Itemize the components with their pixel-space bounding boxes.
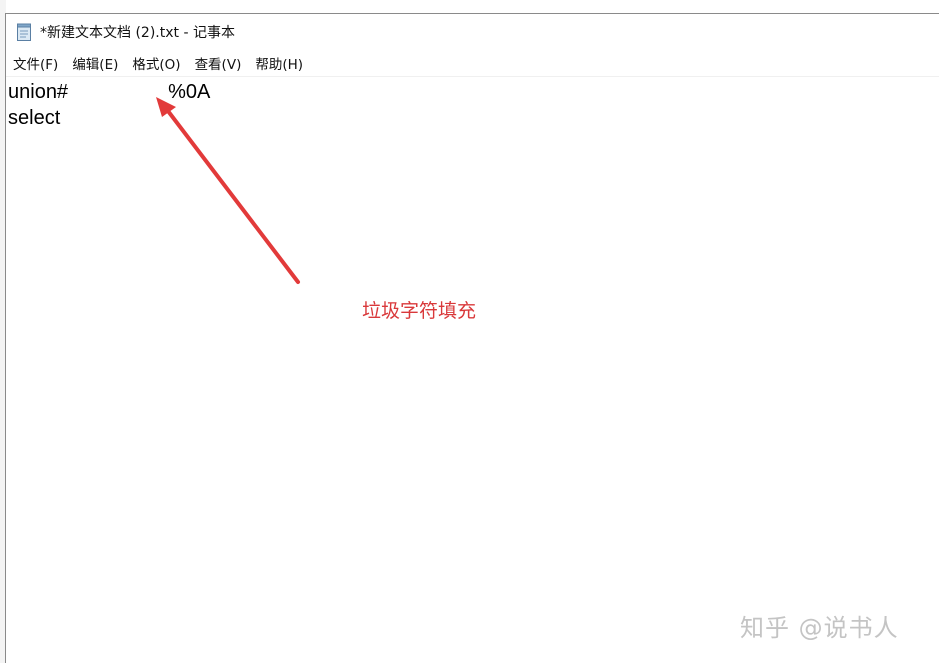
watermark: 知乎 @说书人 <box>740 614 899 642</box>
notepad-icon <box>17 23 31 41</box>
annotation-label: 垃圾字符填充 <box>362 300 477 322</box>
text-editor-area[interactable]: union# %0A select <box>6 77 939 663</box>
menu-format[interactable]: 格式(O) <box>125 53 187 73</box>
title-bar[interactable]: *新建文本文档 (2).txt - 记事本 <box>6 14 939 50</box>
menu-view[interactable]: 查看(V) <box>188 53 249 73</box>
menu-bar: 文件(F) 编辑(E) 格式(O) 查看(V) 帮助(H) <box>6 50 939 77</box>
editor-line: select <box>8 107 61 129</box>
window-title: *新建文本文档 (2).txt - 记事本 <box>40 25 235 41</box>
menu-help[interactable]: 帮助(H) <box>248 53 310 73</box>
menu-edit[interactable]: 编辑(E) <box>65 53 125 73</box>
notepad-window: *新建文本文档 (2).txt - 记事本 文件(F) 编辑(E) 格式(O) … <box>5 13 939 663</box>
editor-line: union# %0A <box>8 81 211 103</box>
menu-file[interactable]: 文件(F) <box>6 53 65 73</box>
